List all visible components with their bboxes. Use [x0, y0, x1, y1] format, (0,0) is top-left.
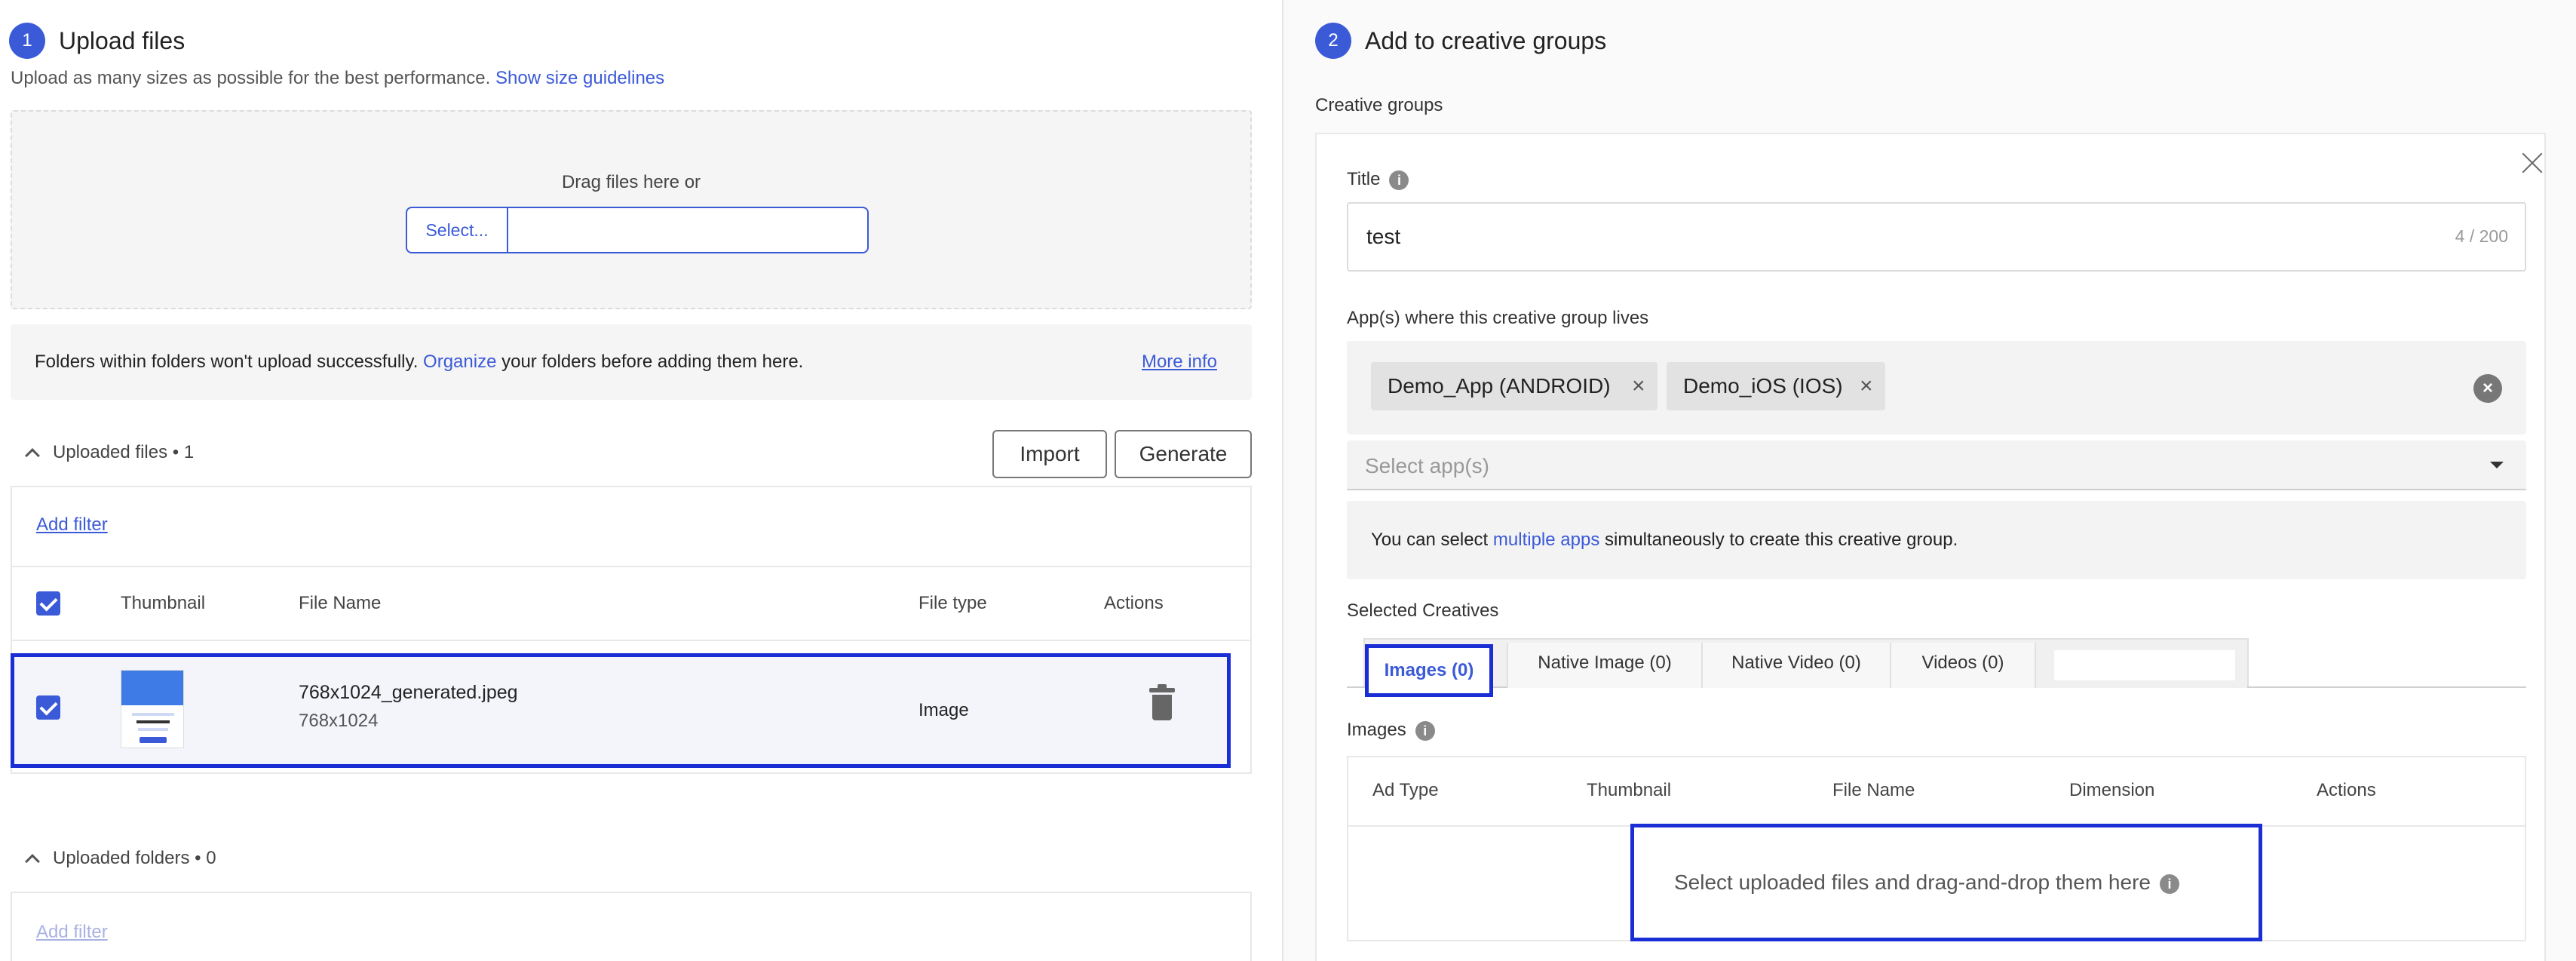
- file-name: 768x1024_generated.jpeg: [299, 682, 518, 703]
- table-row[interactable]: [11, 653, 1231, 768]
- multiple-apps-link[interactable]: multiple apps: [1493, 530, 1599, 550]
- chevron-up-icon: [25, 448, 40, 463]
- step-number: 1: [9, 23, 45, 59]
- thumbnail-line: [136, 720, 170, 723]
- selected-apps: Demo_App (ANDROID) × Demo_iOS (IOS) × ×: [1347, 341, 2526, 434]
- app-chip: Demo_App (ANDROID) ×: [1371, 362, 1658, 410]
- apps-label: App(s) where this creative group lives: [1347, 308, 1649, 328]
- clear-all-icon[interactable]: ×: [2473, 374, 2502, 403]
- tab-placeholder: [2054, 650, 2235, 680]
- file-type: Image: [918, 700, 969, 720]
- selected-creatives-label: Selected Creatives: [1347, 600, 1499, 621]
- organize-link[interactable]: Organize: [423, 352, 496, 372]
- thumbnail-line: [138, 728, 168, 731]
- thumbnail-button: [140, 737, 167, 743]
- delete-icon[interactable]: [1149, 684, 1175, 721]
- thumbnail-banner: [121, 671, 183, 705]
- info-icon[interactable]: i: [1389, 170, 1409, 190]
- add-filter-link[interactable]: Add filter: [36, 514, 108, 536]
- file-thumbnail: [121, 670, 184, 748]
- remove-chip-icon[interactable]: ×: [1860, 362, 1873, 410]
- info-icon[interactable]: i: [1415, 720, 1435, 741]
- tab-native-video[interactable]: Native Video (0): [1701, 643, 1890, 688]
- drag-drop-hint: Select uploaded files and drag-and-drop …: [1674, 870, 2179, 895]
- step-number: 2: [1315, 23, 1351, 59]
- title-input[interactable]: test 4 / 200: [1347, 202, 2526, 272]
- uploaded-folders-table: [11, 892, 1252, 961]
- upload-files-panel: 1 Upload files Upload as many sizes as p…: [0, 0, 1280, 961]
- more-info-link[interactable]: More info: [1142, 352, 1217, 373]
- column-header-file-type: File type: [918, 593, 987, 613]
- uploaded-folders-toggle[interactable]: Uploaded folders • 0: [25, 848, 216, 869]
- column-header-ad-type: Ad Type: [1372, 780, 1439, 800]
- tab-native-image[interactable]: Native Image (0): [1507, 643, 1701, 688]
- chevron-up-icon: [25, 854, 40, 869]
- remove-chip-icon[interactable]: ×: [1632, 362, 1645, 410]
- tab-images[interactable]: Images (0): [1365, 644, 1493, 697]
- drag-drop-text: Select uploaded files and drag-and-drop …: [1674, 870, 2151, 894]
- file-dropzone[interactable]: Drag files here or Select...: [11, 110, 1252, 309]
- thumbnail-line: [132, 713, 174, 716]
- multiple-apps-note: You can select multiple apps simultaneou…: [1347, 501, 2526, 579]
- file-dimension: 768x1024: [299, 711, 379, 731]
- select-files-button[interactable]: Select...: [406, 207, 508, 253]
- file-path-input[interactable]: [508, 207, 869, 253]
- column-header-actions: Actions: [2317, 780, 2376, 800]
- folders-info-bar: Folders within folders won't upload succ…: [11, 324, 1252, 400]
- dropzone-text: Drag files here or: [561, 172, 701, 192]
- column-header-file-name: File Name: [299, 593, 382, 613]
- note-text: You can select multiple apps simultaneou…: [1371, 530, 1958, 551]
- note-after: simultaneously to create this creative g…: [1605, 530, 1958, 550]
- select-apps-placeholder: Select app(s): [1365, 454, 1489, 477]
- uploaded-files-label: Uploaded files • 1: [53, 442, 195, 462]
- app-chip: Demo_iOS (IOS) ×: [1667, 362, 1885, 410]
- images-label-text: Images: [1347, 720, 1406, 740]
- column-header-file-name: File Name: [1832, 780, 1915, 800]
- page-title: Upload files: [59, 27, 186, 54]
- title-char-count: 4 / 200: [2455, 226, 2508, 246]
- title-field-label: Title i: [1347, 169, 1409, 190]
- folders-add-filter-link[interactable]: Add filter: [36, 922, 108, 943]
- column-header-dimension: Dimension: [2069, 780, 2155, 800]
- app-chip-label: Demo_iOS (IOS): [1683, 374, 1843, 398]
- generate-button[interactable]: Generate: [1115, 430, 1252, 478]
- row-checkbox[interactable]: [36, 695, 60, 720]
- images-section-label: Images i: [1347, 720, 1435, 741]
- trash-lid: [1149, 688, 1175, 692]
- uploaded-files-toggle[interactable]: Uploaded files • 1: [25, 442, 195, 463]
- title-label-text: Title: [1347, 169, 1381, 189]
- select-apps-dropdown[interactable]: Select app(s): [1347, 441, 2526, 490]
- title-input-value: test: [1366, 225, 1401, 248]
- close-icon[interactable]: [2520, 151, 2544, 175]
- section-title: Add to creative groups: [1365, 27, 1607, 54]
- column-header-thumbnail: Thumbnail: [121, 593, 206, 613]
- divider: [11, 640, 1252, 641]
- tab-videos[interactable]: Videos (0): [1890, 643, 2035, 688]
- app-chip-label: Demo_App (ANDROID): [1388, 374, 1611, 398]
- info-icon[interactable]: i: [2159, 873, 2179, 894]
- size-guidelines-link[interactable]: Show size guidelines: [495, 68, 664, 88]
- column-header-actions: Actions: [1104, 593, 1164, 613]
- trash-bin: [1152, 695, 1172, 720]
- info-text-after: your folders before adding them here.: [501, 352, 804, 372]
- note-before: You can select: [1371, 530, 1489, 550]
- select-all-checkbox[interactable]: [36, 591, 60, 616]
- upload-subtitle: Upload as many sizes as possible for the…: [11, 68, 664, 89]
- divider: [11, 566, 1252, 567]
- creative-groups-label: Creative groups: [1315, 95, 1443, 115]
- info-text-before: Folders within folders won't upload succ…: [35, 352, 419, 372]
- creative-groups-panel: 2 Add to creative groups Creative groups…: [1282, 0, 2576, 961]
- column-header-thumbnail: Thumbnail: [1587, 780, 1672, 800]
- subtitle-text: Upload as many sizes as possible for the…: [11, 68, 491, 88]
- uploaded-folders-label: Uploaded folders • 0: [53, 848, 216, 868]
- folders-info-text: Folders within folders won't upload succ…: [35, 352, 803, 373]
- import-button[interactable]: Import: [992, 430, 1107, 478]
- dropdown-caret-icon: [2490, 462, 2504, 468]
